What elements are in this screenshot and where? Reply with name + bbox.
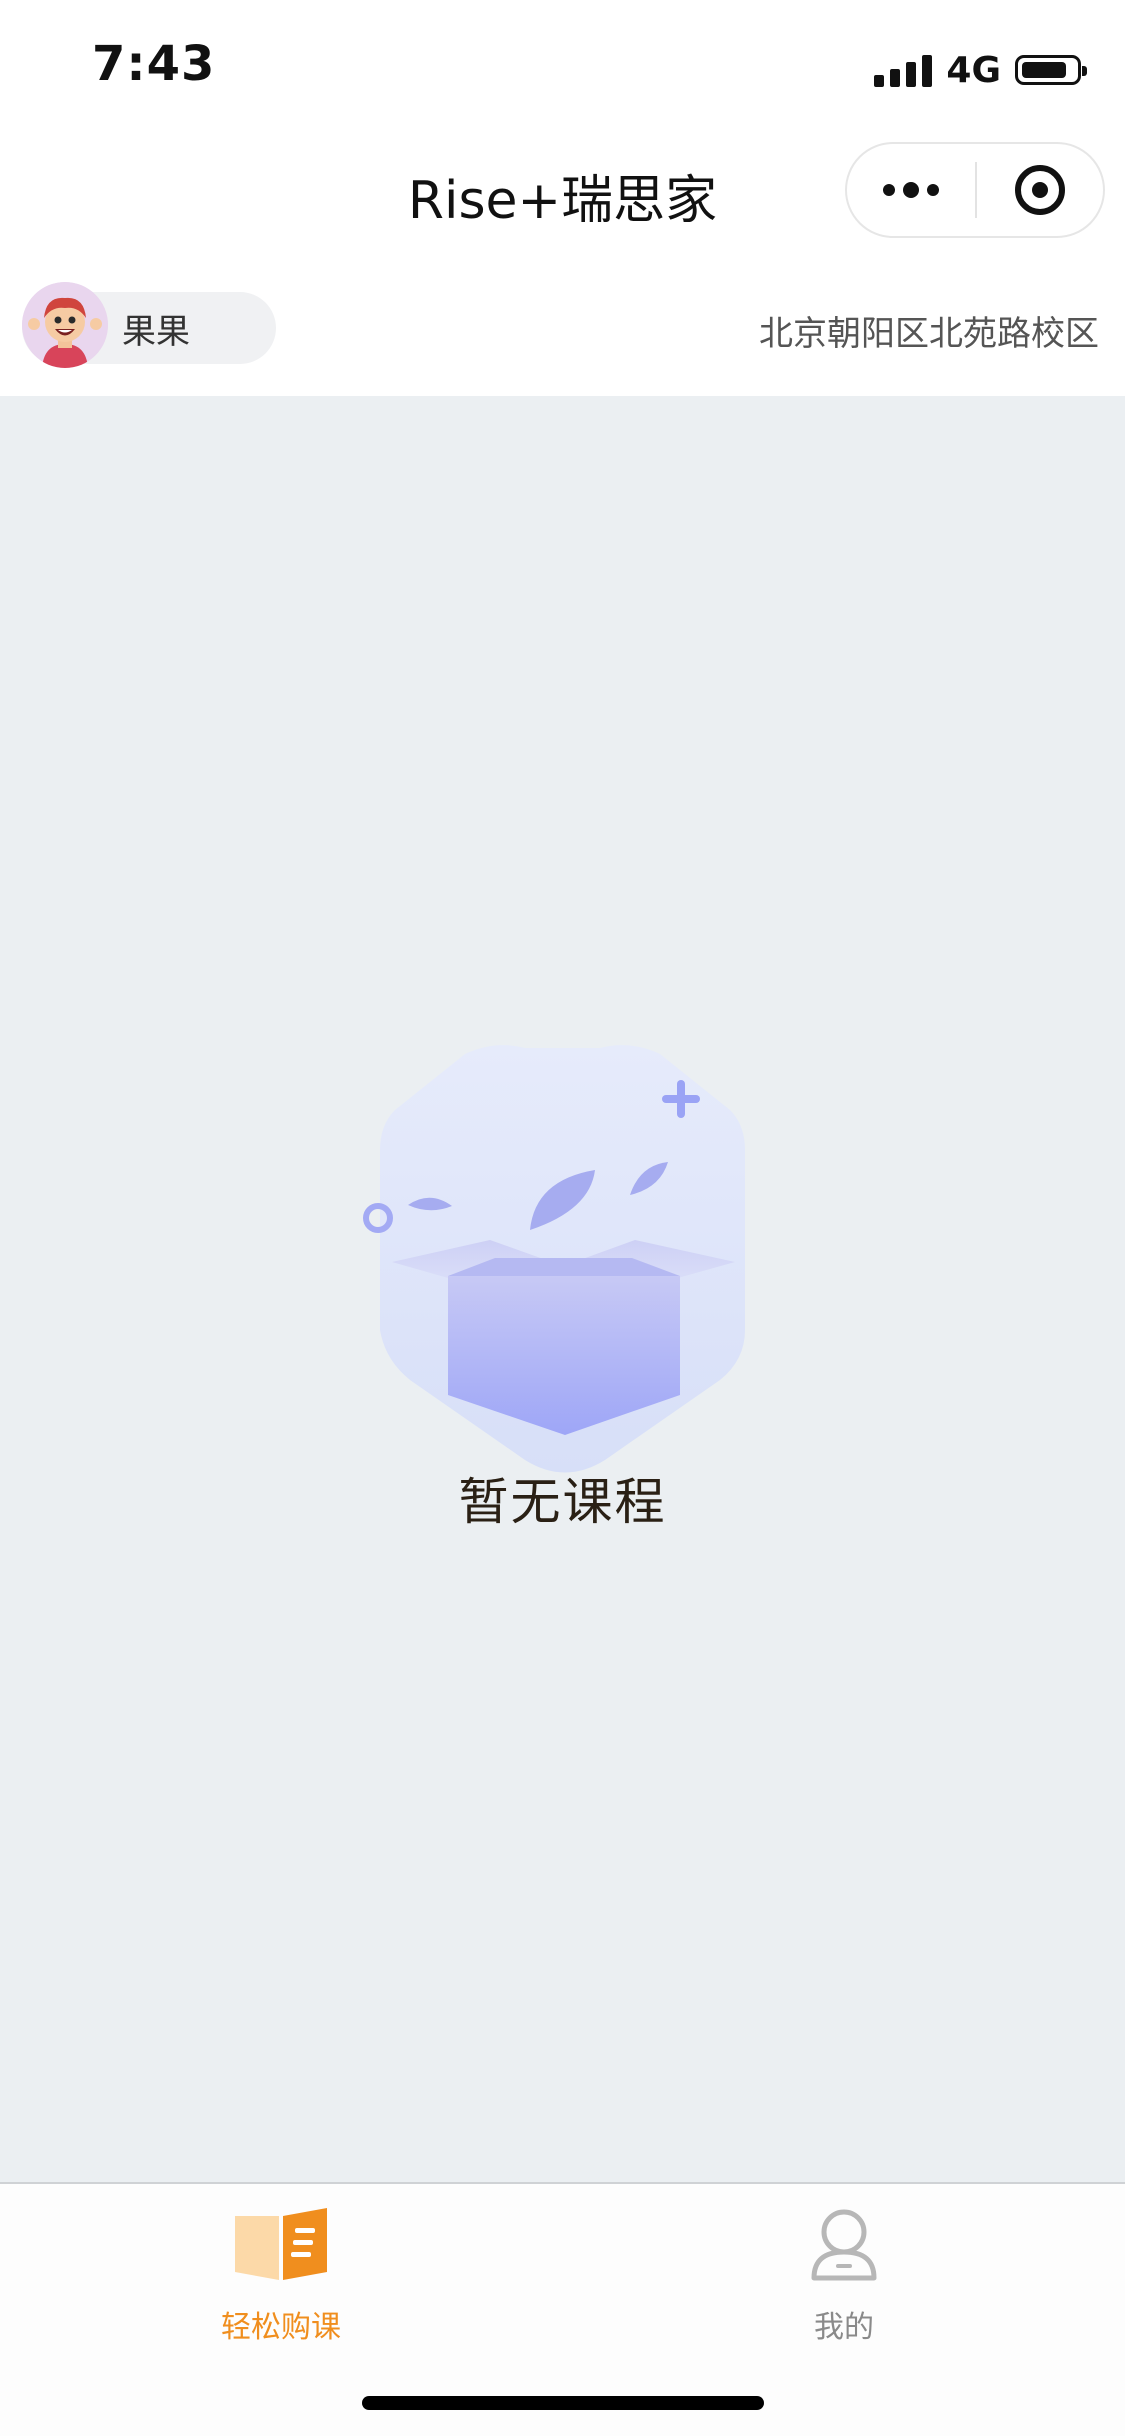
student-name: 果果 — [122, 312, 190, 352]
profile-bar: 果果 北京朝阳区北苑路校区 — [0, 260, 1125, 396]
target-icon — [1015, 165, 1065, 215]
tab-label: 轻松购课 — [221, 2310, 341, 2345]
avatar-icon — [22, 282, 108, 368]
student-switcher[interactable]: 果果 — [22, 282, 276, 368]
tab-mine[interactable]: 我的 — [694, 2184, 994, 2354]
network-label: 4G — [946, 49, 1001, 91]
empty-message: 暂无课程 — [458, 1473, 667, 1531]
more-dots-icon[interactable] — [847, 144, 975, 236]
close-program-button[interactable] — [977, 144, 1103, 236]
status-bar: 7:43 4G — [0, 0, 1125, 140]
battery-icon — [1015, 55, 1087, 85]
person-icon — [794, 2204, 894, 2284]
signal-icon — [874, 53, 933, 87]
status-indicators: 4G — [874, 48, 1087, 92]
home-indicator[interactable] — [362, 2396, 764, 2410]
tab-label: 我的 — [814, 2310, 874, 2345]
status-time: 7:43 — [92, 36, 216, 92]
nav-bar: Rise+瑞思家 — [0, 140, 1125, 260]
tab-buy-courses[interactable]: 轻松购课 — [131, 2184, 431, 2354]
campus-selector[interactable]: 北京朝阳区北苑路校区 — [759, 306, 1099, 355]
book-icon — [231, 2204, 331, 2284]
mini-program-capsule — [845, 142, 1105, 238]
